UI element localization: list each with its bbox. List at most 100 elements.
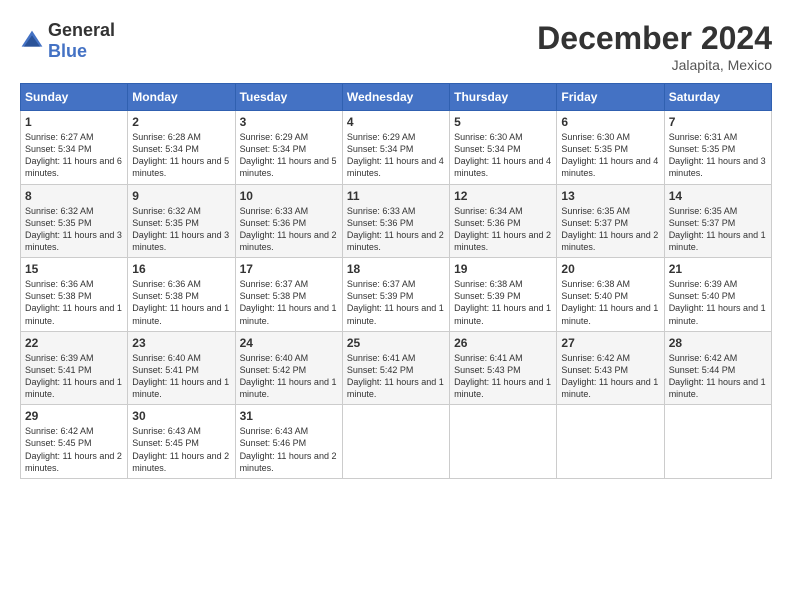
day-info: Sunrise: 6:42 AM Sunset: 5:44 PM Dayligh…: [669, 352, 767, 401]
day-header-sunday: Sunday: [21, 84, 128, 111]
day-info: Sunrise: 6:38 AM Sunset: 5:39 PM Dayligh…: [454, 278, 552, 327]
calendar-week-1: 1 Sunrise: 6:27 AM Sunset: 5:34 PM Dayli…: [21, 111, 772, 185]
day-info: Sunrise: 6:30 AM Sunset: 5:34 PM Dayligh…: [454, 131, 552, 180]
calendar-table: SundayMondayTuesdayWednesdayThursdayFrid…: [20, 83, 772, 479]
calendar-cell: 3 Sunrise: 6:29 AM Sunset: 5:34 PM Dayli…: [235, 111, 342, 185]
day-number: 26: [454, 336, 552, 350]
day-info: Sunrise: 6:43 AM Sunset: 5:46 PM Dayligh…: [240, 425, 338, 474]
calendar-cell: 13 Sunrise: 6:35 AM Sunset: 5:37 PM Dayl…: [557, 184, 664, 258]
day-number: 7: [669, 115, 767, 129]
day-header-friday: Friday: [557, 84, 664, 111]
calendar-cell: 10 Sunrise: 6:33 AM Sunset: 5:36 PM Dayl…: [235, 184, 342, 258]
day-info: Sunrise: 6:39 AM Sunset: 5:40 PM Dayligh…: [669, 278, 767, 327]
calendar-cell: 25 Sunrise: 6:41 AM Sunset: 5:42 PM Dayl…: [342, 331, 449, 405]
logo-text: General Blue: [48, 20, 115, 62]
day-number: 8: [25, 189, 123, 203]
day-number: 5: [454, 115, 552, 129]
day-header-saturday: Saturday: [664, 84, 771, 111]
page-header: General Blue December 2024 Jalapita, Mex…: [20, 20, 772, 73]
day-number: 20: [561, 262, 659, 276]
day-info: Sunrise: 6:41 AM Sunset: 5:42 PM Dayligh…: [347, 352, 445, 401]
day-number: 29: [25, 409, 123, 423]
day-header-monday: Monday: [128, 84, 235, 111]
day-number: 19: [454, 262, 552, 276]
day-number: 11: [347, 189, 445, 203]
calendar-cell: [450, 405, 557, 479]
calendar-cell: 22 Sunrise: 6:39 AM Sunset: 5:41 PM Dayl…: [21, 331, 128, 405]
calendar-cell: 9 Sunrise: 6:32 AM Sunset: 5:35 PM Dayli…: [128, 184, 235, 258]
day-number: 13: [561, 189, 659, 203]
calendar-cell: 18 Sunrise: 6:37 AM Sunset: 5:39 PM Dayl…: [342, 258, 449, 332]
calendar-week-3: 15 Sunrise: 6:36 AM Sunset: 5:38 PM Dayl…: [21, 258, 772, 332]
calendar-cell: 29 Sunrise: 6:42 AM Sunset: 5:45 PM Dayl…: [21, 405, 128, 479]
calendar-cell: 8 Sunrise: 6:32 AM Sunset: 5:35 PM Dayli…: [21, 184, 128, 258]
day-info: Sunrise: 6:42 AM Sunset: 5:45 PM Dayligh…: [25, 425, 123, 474]
logo-icon: [20, 29, 44, 53]
day-info: Sunrise: 6:33 AM Sunset: 5:36 PM Dayligh…: [347, 205, 445, 254]
day-header-wednesday: Wednesday: [342, 84, 449, 111]
day-info: Sunrise: 6:39 AM Sunset: 5:41 PM Dayligh…: [25, 352, 123, 401]
day-info: Sunrise: 6:36 AM Sunset: 5:38 PM Dayligh…: [132, 278, 230, 327]
day-number: 31: [240, 409, 338, 423]
calendar-cell: 21 Sunrise: 6:39 AM Sunset: 5:40 PM Dayl…: [664, 258, 771, 332]
calendar-cell: 31 Sunrise: 6:43 AM Sunset: 5:46 PM Dayl…: [235, 405, 342, 479]
calendar-cell: 16 Sunrise: 6:36 AM Sunset: 5:38 PM Dayl…: [128, 258, 235, 332]
day-number: 2: [132, 115, 230, 129]
day-number: 18: [347, 262, 445, 276]
day-info: Sunrise: 6:35 AM Sunset: 5:37 PM Dayligh…: [561, 205, 659, 254]
day-number: 28: [669, 336, 767, 350]
calendar-cell: 30 Sunrise: 6:43 AM Sunset: 5:45 PM Dayl…: [128, 405, 235, 479]
day-info: Sunrise: 6:34 AM Sunset: 5:36 PM Dayligh…: [454, 205, 552, 254]
day-info: Sunrise: 6:41 AM Sunset: 5:43 PM Dayligh…: [454, 352, 552, 401]
day-info: Sunrise: 6:36 AM Sunset: 5:38 PM Dayligh…: [25, 278, 123, 327]
calendar-cell: [342, 405, 449, 479]
day-number: 12: [454, 189, 552, 203]
day-info: Sunrise: 6:27 AM Sunset: 5:34 PM Dayligh…: [25, 131, 123, 180]
calendar-cell: 1 Sunrise: 6:27 AM Sunset: 5:34 PM Dayli…: [21, 111, 128, 185]
day-number: 6: [561, 115, 659, 129]
day-number: 25: [347, 336, 445, 350]
day-number: 17: [240, 262, 338, 276]
title-block: December 2024 Jalapita, Mexico: [537, 20, 772, 73]
day-number: 27: [561, 336, 659, 350]
day-number: 24: [240, 336, 338, 350]
calendar-cell: 5 Sunrise: 6:30 AM Sunset: 5:34 PM Dayli…: [450, 111, 557, 185]
day-info: Sunrise: 6:38 AM Sunset: 5:40 PM Dayligh…: [561, 278, 659, 327]
calendar-cell: 26 Sunrise: 6:41 AM Sunset: 5:43 PM Dayl…: [450, 331, 557, 405]
day-info: Sunrise: 6:40 AM Sunset: 5:41 PM Dayligh…: [132, 352, 230, 401]
calendar-cell: [664, 405, 771, 479]
location: Jalapita, Mexico: [537, 57, 772, 73]
day-info: Sunrise: 6:30 AM Sunset: 5:35 PM Dayligh…: [561, 131, 659, 180]
day-number: 14: [669, 189, 767, 203]
day-info: Sunrise: 6:29 AM Sunset: 5:34 PM Dayligh…: [240, 131, 338, 180]
calendar-header-row: SundayMondayTuesdayWednesdayThursdayFrid…: [21, 84, 772, 111]
month-title: December 2024: [537, 20, 772, 57]
day-number: 16: [132, 262, 230, 276]
day-number: 1: [25, 115, 123, 129]
day-number: 15: [25, 262, 123, 276]
day-number: 4: [347, 115, 445, 129]
calendar-cell: 19 Sunrise: 6:38 AM Sunset: 5:39 PM Dayl…: [450, 258, 557, 332]
calendar-week-2: 8 Sunrise: 6:32 AM Sunset: 5:35 PM Dayli…: [21, 184, 772, 258]
day-header-tuesday: Tuesday: [235, 84, 342, 111]
logo: General Blue: [20, 20, 115, 62]
day-number: 10: [240, 189, 338, 203]
day-info: Sunrise: 6:42 AM Sunset: 5:43 PM Dayligh…: [561, 352, 659, 401]
day-info: Sunrise: 6:33 AM Sunset: 5:36 PM Dayligh…: [240, 205, 338, 254]
calendar-body: 1 Sunrise: 6:27 AM Sunset: 5:34 PM Dayli…: [21, 111, 772, 479]
calendar-cell: 20 Sunrise: 6:38 AM Sunset: 5:40 PM Dayl…: [557, 258, 664, 332]
day-info: Sunrise: 6:32 AM Sunset: 5:35 PM Dayligh…: [25, 205, 123, 254]
day-number: 9: [132, 189, 230, 203]
day-info: Sunrise: 6:31 AM Sunset: 5:35 PM Dayligh…: [669, 131, 767, 180]
day-info: Sunrise: 6:35 AM Sunset: 5:37 PM Dayligh…: [669, 205, 767, 254]
day-info: Sunrise: 6:32 AM Sunset: 5:35 PM Dayligh…: [132, 205, 230, 254]
calendar-cell: 24 Sunrise: 6:40 AM Sunset: 5:42 PM Dayl…: [235, 331, 342, 405]
day-info: Sunrise: 6:37 AM Sunset: 5:38 PM Dayligh…: [240, 278, 338, 327]
calendar-cell: 17 Sunrise: 6:37 AM Sunset: 5:38 PM Dayl…: [235, 258, 342, 332]
calendar-cell: 11 Sunrise: 6:33 AM Sunset: 5:36 PM Dayl…: [342, 184, 449, 258]
day-info: Sunrise: 6:28 AM Sunset: 5:34 PM Dayligh…: [132, 131, 230, 180]
day-number: 3: [240, 115, 338, 129]
calendar-cell: 2 Sunrise: 6:28 AM Sunset: 5:34 PM Dayli…: [128, 111, 235, 185]
calendar-cell: 23 Sunrise: 6:40 AM Sunset: 5:41 PM Dayl…: [128, 331, 235, 405]
day-info: Sunrise: 6:43 AM Sunset: 5:45 PM Dayligh…: [132, 425, 230, 474]
